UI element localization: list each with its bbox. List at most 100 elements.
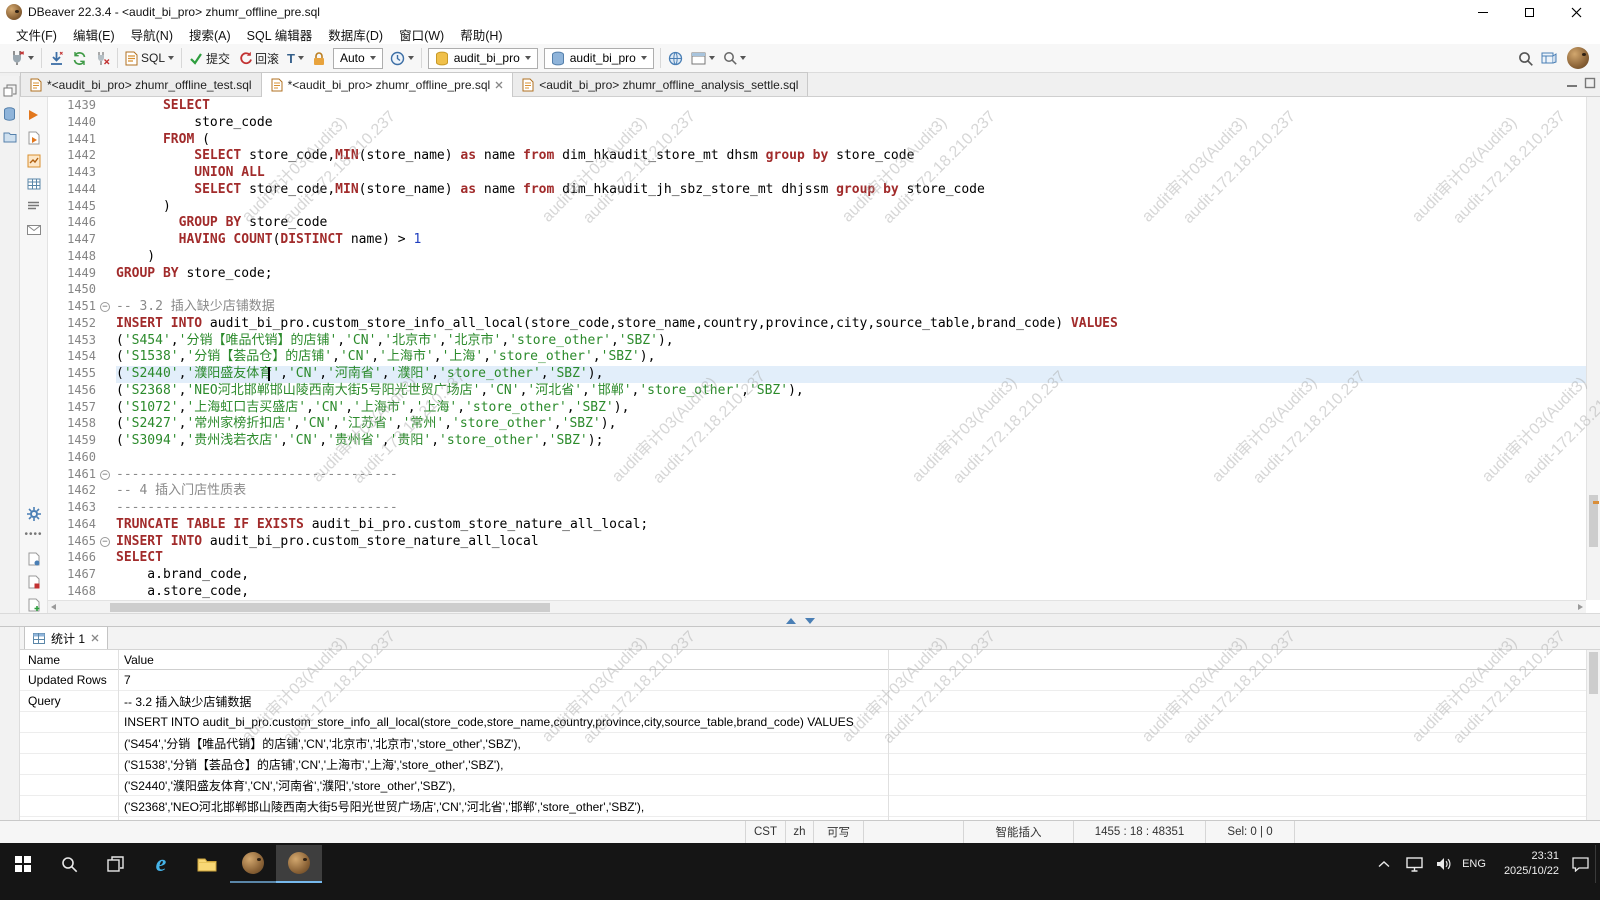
export-data-icon[interactable] — [20, 218, 47, 241]
autocommit-select[interactable]: Auto — [333, 48, 383, 69]
result-row[interactable]: INSERT INTO audit_bi_pro.custom_store_in… — [20, 712, 1586, 733]
script-document-delete-icon[interactable] — [20, 570, 47, 593]
minimize-results-arrow-icon[interactable] — [805, 618, 815, 624]
code-line[interactable]: store_code — [116, 115, 1586, 132]
settings-gear-icon[interactable] — [20, 502, 47, 525]
rollback-button[interactable]: 回滚 — [234, 47, 283, 70]
menu-item[interactable]: 编辑(E) — [65, 24, 123, 44]
code-line[interactable]: ('S2427','常州家榜折扣店','CN','江苏省','常州','stor… — [116, 416, 1586, 433]
scheduler-button[interactable] — [664, 47, 687, 70]
edge-browser-button[interactable]: e — [138, 845, 184, 883]
code-line[interactable]: SELECT store_code,MIN(store_name) as nam… — [116, 182, 1586, 199]
scroll-left-arrow-icon[interactable] — [51, 604, 56, 610]
code-line[interactable] — [116, 282, 1586, 299]
code-line[interactable]: GROUP BY store_code; — [116, 266, 1586, 283]
fold-marker-icon[interactable]: − — [100, 537, 110, 547]
editor-tab[interactable]: *<audit_bi_pro> zhumr_offline_test.sql — [20, 72, 262, 96]
editor-tab[interactable]: *<audit_bi_pro> zhumr_offline_pre.sql — [261, 72, 514, 97]
close-button[interactable] — [1553, 0, 1600, 24]
code-line[interactable]: ('S1072','上海虹口吉买盛店','CN','上海市','上海','sto… — [116, 400, 1586, 417]
code-line[interactable]: a.store_code, — [116, 584, 1586, 600]
results-scrollbar-thumb[interactable] — [1589, 652, 1598, 694]
code-line[interactable]: -- 3.2 插入缺少店铺数据 — [116, 299, 1586, 316]
transaction-log-button[interactable] — [386, 47, 418, 70]
search-button[interactable] — [1514, 47, 1537, 70]
result-row[interactable]: ('S1538','分销【荟品仓】的店铺','CN','上海市','上海','s… — [20, 754, 1586, 775]
maximize-panel-icon[interactable] — [1584, 77, 1596, 89]
editor-horizontal-scrollbar[interactable] — [48, 600, 1586, 613]
editor-tab[interactable]: <audit_bi_pro> zhumr_offline_analysis_se… — [512, 72, 808, 96]
quick-search-button[interactable] — [719, 47, 750, 70]
disconnect-icon[interactable] — [91, 47, 114, 70]
tray-language-indicator[interactable]: ENG — [1459, 845, 1489, 883]
code-line[interactable]: INSERT INTO audit_bi_pro.custom_store_in… — [116, 316, 1586, 333]
open-perspective-button[interactable] — [1537, 47, 1561, 70]
script-document-icon[interactable] — [20, 547, 47, 570]
code-line[interactable]: ('S2440','濮阳盛友体育','CN','河南省','濮阳','store… — [116, 366, 1586, 383]
code-line[interactable]: FROM ( — [116, 132, 1586, 149]
restore-panel-icon[interactable] — [3, 84, 17, 97]
code-line[interactable]: ('S3094','贵州浅若衣店','CN','贵州省','贵阳','store… — [116, 433, 1586, 450]
code-line[interactable] — [116, 450, 1586, 467]
editor-vertical-scrollbar[interactable] — [1586, 97, 1600, 600]
close-icon[interactable] — [495, 81, 503, 89]
execute-script-icon[interactable] — [20, 126, 47, 149]
fold-marker-icon[interactable]: − — [100, 302, 110, 312]
statistics-tab[interactable]: 统计 1 — [24, 626, 108, 649]
transaction-mode-button[interactable]: T — [283, 47, 308, 70]
menu-item[interactable]: SQL 编辑器 — [239, 24, 321, 44]
dbeaver-taskbar-button-active[interactable] — [276, 845, 322, 883]
dbeaver-taskbar-button[interactable] — [230, 845, 276, 883]
projects-panel-icon[interactable] — [3, 131, 17, 143]
menu-item[interactable]: 文件(F) — [8, 24, 65, 44]
code-line[interactable]: INSERT INTO audit_bi_pro.custom_store_na… — [116, 534, 1586, 551]
code-line[interactable]: ------------------------------------ — [116, 500, 1586, 517]
scroll-right-arrow-icon[interactable] — [1578, 604, 1583, 610]
start-button[interactable] — [0, 845, 46, 883]
new-sql-editor-button[interactable]: SQL — [121, 47, 178, 70]
code-line[interactable]: GROUP BY store_code — [116, 215, 1586, 232]
menu-item[interactable]: 窗口(W) — [391, 24, 452, 44]
minimize-panel-icon[interactable] — [1566, 77, 1578, 89]
code-line[interactable]: ('S1538','分销【荟品仓】的店铺','CN','上海市','上海','s… — [116, 349, 1586, 366]
execute-statement-icon[interactable] — [20, 103, 47, 126]
menu-item[interactable]: 导航(N) — [123, 24, 181, 44]
tray-clock[interactable]: 23:31 2025/10/22 — [1489, 845, 1565, 883]
taskbar-search-button[interactable] — [46, 845, 92, 883]
code-line[interactable]: ) — [116, 249, 1586, 266]
menu-item[interactable]: 数据库(D) — [320, 24, 391, 44]
horizontal-scrollbar-thumb[interactable] — [110, 603, 550, 612]
code-line[interactable]: TRUNCATE TABLE IF EXISTS audit_bi_pro.cu… — [116, 517, 1586, 534]
output-log-icon[interactable] — [20, 195, 47, 218]
code-line[interactable]: a.brand_code, — [116, 567, 1586, 584]
fold-marker-icon[interactable]: − — [100, 470, 110, 480]
result-row[interactable]: ('S454','分销【唯品代销】的店铺','CN','北京市','北京市','… — [20, 733, 1586, 754]
code-line[interactable]: ------------------------------------ — [116, 467, 1586, 484]
file-explorer-button[interactable] — [184, 845, 230, 883]
schema-select[interactable]: audit_bi_pro — [544, 48, 654, 69]
code-line[interactable]: SELECT store_code,MIN(store_name) as nam… — [116, 148, 1586, 165]
result-row[interactable]: ('S2440','濮阳盛友体育','CN','河南省','濮阳','store… — [20, 775, 1586, 796]
column-header-value[interactable]: Value — [118, 653, 1586, 667]
maximize-button[interactable] — [1506, 0, 1553, 24]
code-line[interactable]: SELECT — [116, 98, 1586, 115]
database-select[interactable]: audit_bi_pro — [428, 48, 538, 69]
tray-expand-button[interactable] — [1369, 845, 1399, 883]
code-area[interactable]: SELECT store_code FROM ( SELECT store_co… — [114, 98, 1586, 600]
column-header-name[interactable]: Name — [20, 653, 118, 667]
code-line[interactable]: ('S454','分销【唯品代销】的店铺','CN','北京市','北京市','… — [116, 333, 1586, 350]
results-vertical-scrollbar[interactable] — [1586, 650, 1600, 820]
sql-editor[interactable]: 1439144014411442144314441445144614471448… — [48, 97, 1586, 600]
code-line[interactable]: UNION ALL — [116, 165, 1586, 182]
menu-item[interactable]: 帮助(H) — [452, 24, 510, 44]
minimize-button[interactable] — [1459, 0, 1506, 24]
show-desktop-button[interactable] — [1595, 845, 1600, 883]
tray-network-button[interactable] — [1399, 845, 1429, 883]
action-center-button[interactable] — [1565, 845, 1595, 883]
menu-item[interactable]: 搜索(A) — [181, 24, 239, 44]
open-connection-icon[interactable] — [45, 47, 68, 70]
commit-button[interactable]: 提交 — [185, 47, 234, 70]
statistics-grid-icon[interactable] — [20, 172, 47, 195]
new-connection-button[interactable] — [5, 47, 38, 70]
maximize-results-arrow-icon[interactable] — [786, 618, 796, 624]
